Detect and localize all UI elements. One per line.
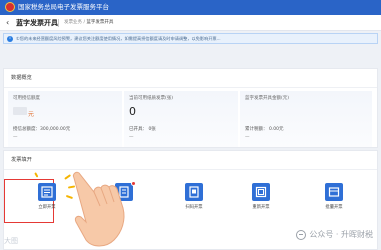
scan-invoice-icon (185, 183, 203, 201)
stat-sub-secondary: — (245, 135, 250, 140)
tile-issue-now[interactable]: 立即开票 (34, 183, 60, 213)
stat-label: 可用授信额度 (13, 96, 40, 101)
page-title: 蓝字发票开具 (16, 19, 58, 27)
wechat-icon (296, 230, 307, 240)
stat-sub: 已开具： 0张 (129, 127, 156, 133)
breadcrumb-separator: / (83, 20, 85, 25)
tile-label: 立即开票 (38, 205, 56, 210)
masked-value (13, 107, 27, 115)
tile-label: 批量开票 (325, 205, 343, 210)
tile-label: 重新开票 (252, 205, 270, 210)
pointing-hand-icon (73, 171, 125, 247)
title-divider (58, 19, 59, 27)
stat-card-credit: 可用授信额度 元 授信总额度：300,000.00元 — (8, 91, 122, 147)
tax-emblem-icon (5, 2, 15, 12)
page-header: ‹ 蓝字发票开具 发票业务 / 蓝字发票开具 (0, 15, 381, 31)
data-overview-panel: 数据概览 可用授信额度 元 授信总额度：300,000.00元 — 当前可用纸质… (3, 68, 378, 148)
divider (4, 169, 377, 170)
stat-sub-value: 0.00元 (268, 127, 284, 132)
app-title: 国家税务总局电子发票服务平台 (18, 3, 109, 11)
stat-sub: 累计税额： 0.00元 (245, 127, 283, 133)
stat-card-paper-invoice: 当前可用纸质发票(张) 0 已开具： 0张 — (124, 91, 238, 147)
stat-sub-secondary: — (129, 135, 134, 140)
stat-unit: 元 (28, 111, 35, 118)
panel-title: 数据概览 (11, 75, 32, 81)
divider (4, 87, 377, 88)
tile-batch[interactable]: 批量开票 (321, 183, 347, 213)
info-icon: i (7, 36, 13, 42)
stat-sub-label: 已开具： (129, 127, 147, 132)
tile-reissue[interactable]: 重新开票 (248, 183, 274, 213)
breadcrumb-item-current: 蓝字发票开具 (86, 20, 114, 25)
stat-sub-secondary: — (13, 135, 18, 140)
top-bar: 国家税务总局电子发票服务平台 (0, 0, 381, 15)
watermark-text: 公众号 · 升晖财税 (309, 230, 373, 239)
stat-sub-value: 0张 (148, 127, 156, 132)
notice-text: ①您的未来经营额度风险预警，建议您关注额度使用情况，如需提高授信额度请及时申请调… (16, 36, 221, 41)
stat-label: 蓝字发票开具金额(元) (245, 96, 290, 101)
stat-sub-label: 累计税额： (245, 127, 268, 132)
notice-banner: i ①您的未来经营额度风险预警，建议您关注额度使用情况，如需提高授信额度请及时申… (3, 33, 378, 44)
reissue-invoice-icon (252, 183, 270, 201)
chevron-left-icon[interactable]: ‹ (6, 18, 9, 28)
invoice-issue-icon (38, 183, 56, 201)
stat-label: 当前可用纸质发票(张) (129, 96, 174, 101)
breadcrumb-item-invoice-business[interactable]: 发票业务 (64, 20, 82, 25)
batch-invoice-icon (325, 183, 343, 201)
corner-watermark: 大图 (4, 237, 18, 245)
tile-scan-invoice[interactable]: 扫码开票 (181, 183, 207, 213)
stat-value: 0 (129, 105, 136, 118)
breadcrumb: 发票业务 / 蓝字发票开具 (64, 20, 113, 26)
tile-label: 扫码开票 (185, 205, 203, 210)
account-watermark: 公众号 · 升晖财税 (296, 230, 373, 240)
notification-dot (131, 181, 136, 186)
stat-sub: 授信总额度：300,000.00元 (13, 127, 71, 132)
stat-card-blue-invoice-amount: 蓝字发票开具金额(元) 累计税额： 0.00元 — (240, 91, 372, 147)
panel-title: 发票填开 (11, 157, 32, 163)
